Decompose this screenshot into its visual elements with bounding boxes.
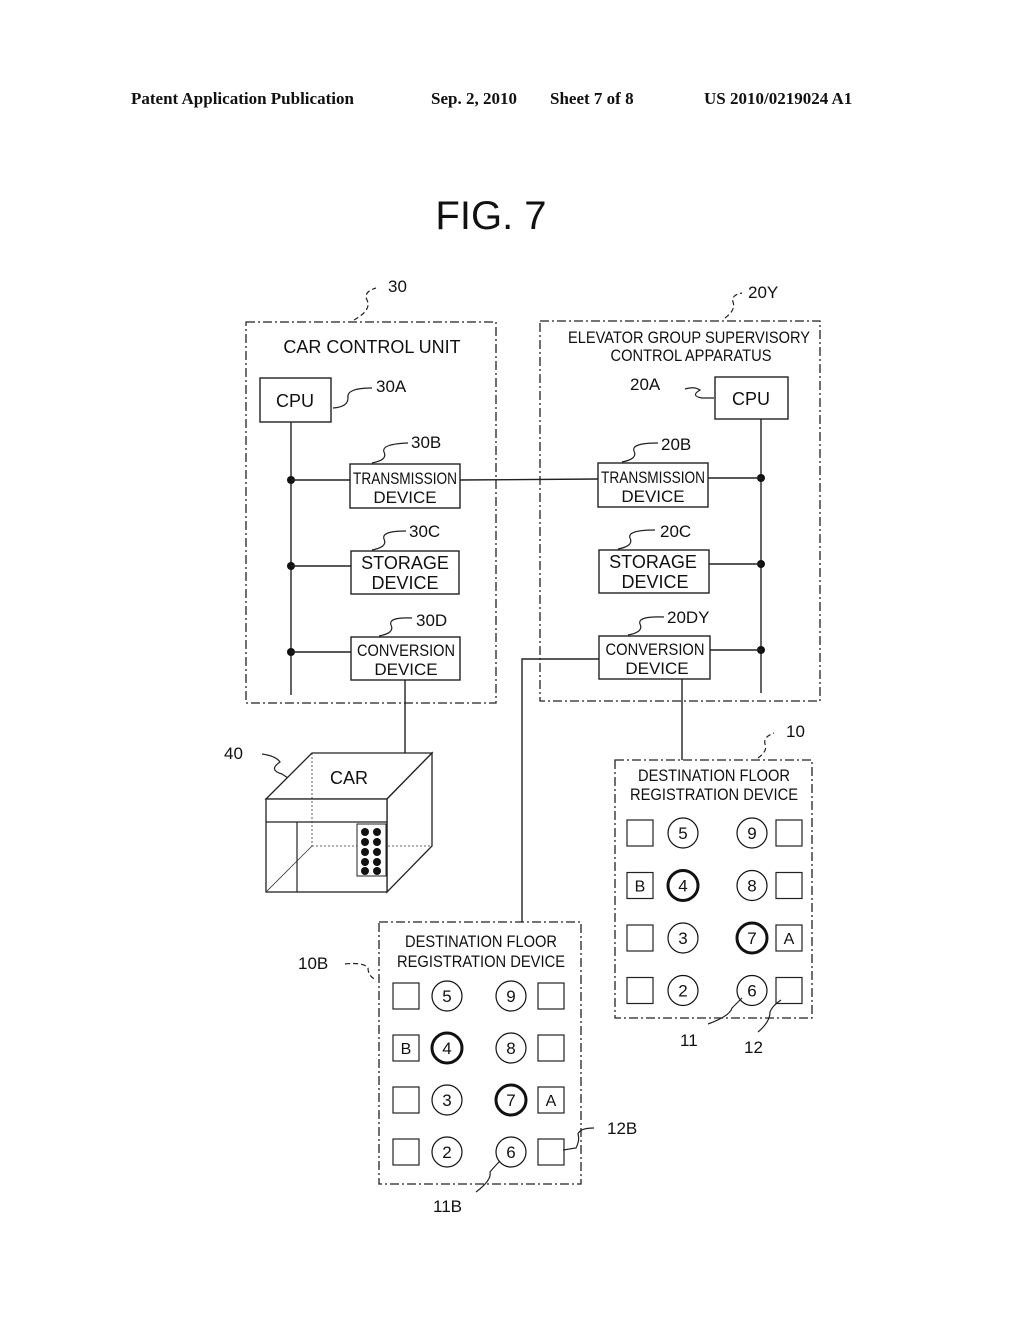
indicator-display-right xyxy=(537,1034,565,1062)
floor-button-label: 2 xyxy=(678,982,687,1001)
device-10-title-line2: REGISTRATION DEVICE xyxy=(630,785,798,804)
ref-leader-10 xyxy=(757,732,775,759)
transmission-20b-line2: DEVICE xyxy=(621,487,684,506)
transmission-30b-line1: TRANSMISSION xyxy=(353,469,457,488)
floor-button-label: 3 xyxy=(442,1091,451,1110)
transmission-30b-line2: DEVICE xyxy=(373,488,436,507)
floor-button-label: 5 xyxy=(442,987,451,1006)
ref-20dy: 20DY xyxy=(667,608,710,627)
device-10-button-grid: 5 9 B 4 8 3 7 A 2 6 xyxy=(626,817,803,1007)
cpu-30a-label: CPU xyxy=(276,391,314,411)
supervisory-title-line1: ELEVATOR GROUP SUPERVISORY xyxy=(568,328,810,347)
floor-button-label: 8 xyxy=(506,1039,515,1058)
elevator-car: 40 CAR xyxy=(224,744,434,894)
floor-button-label: 8 xyxy=(747,877,756,896)
ref-leader-12 xyxy=(757,999,782,1033)
floor-button-label: 7 xyxy=(747,929,756,948)
ref-20y: 20Y xyxy=(748,283,778,302)
figure-diagram: FIG. 7 30 CAR CONTROL UNIT CPU 30A TRANS… xyxy=(224,194,821,1216)
ref-30: 30 xyxy=(388,277,407,296)
ref-11b: 11B xyxy=(433,1197,462,1216)
floor-button-label: 6 xyxy=(747,982,756,1001)
conversion-20dy-line2: DEVICE xyxy=(625,659,688,678)
ref-20c: 20C xyxy=(660,522,691,541)
floor-button-label: 5 xyxy=(678,824,687,843)
floor-button-label: 4 xyxy=(678,877,687,896)
indicator-car-letter: A xyxy=(546,1093,557,1110)
conversion-30d-line2: DEVICE xyxy=(374,660,437,679)
device-10-title-line1: DESTINATION FLOOR xyxy=(638,766,790,785)
figure-title: FIG. 7 xyxy=(435,194,546,238)
ref-leader-20b xyxy=(621,442,659,463)
indicator-car-letter: B xyxy=(401,1041,412,1058)
car-control-unit-title: CAR CONTROL UNIT xyxy=(283,337,460,357)
ref-20a: 20A xyxy=(630,375,661,394)
ref-leader-30c xyxy=(371,530,407,551)
ref-leader-30b xyxy=(371,442,409,464)
ref-30b: 30B xyxy=(411,433,441,452)
floor-button-label: 4 xyxy=(442,1039,451,1058)
indicator-display-right xyxy=(775,976,803,1005)
cpu-20a-label: CPU xyxy=(732,389,770,409)
transmission-link xyxy=(459,478,599,481)
indicator-display-left xyxy=(392,1086,420,1114)
link-20dy-to-10b xyxy=(521,658,599,922)
ref-leader-12b xyxy=(562,1127,595,1151)
indicator-display-left xyxy=(392,982,420,1010)
device-10b-title-line2: REGISTRATION DEVICE xyxy=(397,952,565,971)
ref-leader-30 xyxy=(353,287,377,321)
conversion-20dy-line1: CONVERSION xyxy=(606,640,705,659)
floor-button-label: 6 xyxy=(506,1143,515,1162)
storage-20c-line1: STORAGE xyxy=(609,552,697,572)
ref-leader-11b xyxy=(475,1160,501,1193)
indicator-display-right xyxy=(537,982,565,1010)
conversion-30d-line1: CONVERSION xyxy=(357,641,455,660)
ref-30a: 30A xyxy=(376,377,407,396)
supervisory-control-apparatus: 20Y ELEVATOR GROUP SUPERVISORY CONTROL A… xyxy=(539,283,821,702)
ref-10: 10 xyxy=(786,722,805,741)
floor-button-label: 9 xyxy=(747,824,756,843)
car-control-unit: 30 CAR CONTROL UNIT CPU 30A TRANSMISSION… xyxy=(245,277,497,704)
indicator-display-left xyxy=(626,976,654,1005)
destination-floor-registration-device-10: 10 DESTINATION FLOOR REGISTRATION DEVICE… xyxy=(614,722,813,1057)
destination-floor-registration-device-10b: 10B DESTINATION FLOOR REGISTRATION DEVIC… xyxy=(298,921,637,1216)
indicator-display-left xyxy=(626,924,654,952)
indicator-display-left xyxy=(626,819,654,847)
storage-30c-line1: STORAGE xyxy=(361,553,449,573)
ref-20b: 20B xyxy=(661,435,691,454)
device-10b-title-line1: DESTINATION FLOOR xyxy=(405,932,557,951)
ref-leader-11 xyxy=(707,997,743,1025)
ref-leader-30d xyxy=(378,617,413,637)
storage-20c-line2: DEVICE xyxy=(621,572,688,592)
ref-12b: 12B xyxy=(607,1119,637,1138)
floor-button-label: 9 xyxy=(506,987,515,1006)
car-label: CAR xyxy=(330,768,368,788)
device-10b-button-grid: 5 9 B 4 8 3 7 A 2 6 xyxy=(392,980,565,1168)
indicator-display-right xyxy=(775,819,803,847)
ref-12: 12 xyxy=(744,1038,763,1057)
ref-leader-30a xyxy=(332,387,373,409)
transmission-20b-line1: TRANSMISSION xyxy=(601,468,705,487)
floor-button-label: 7 xyxy=(506,1091,515,1110)
indicator-display-right xyxy=(537,1138,565,1166)
ref-30c: 30C xyxy=(409,522,440,541)
ref-leader-20c xyxy=(617,529,656,550)
indicator-display-right xyxy=(775,871,803,900)
floor-button-label: 3 xyxy=(678,929,687,948)
ref-leader-40 xyxy=(261,753,289,779)
storage-30c-line2: DEVICE xyxy=(371,573,438,593)
ref-40: 40 xyxy=(224,744,243,763)
indicator-display-left xyxy=(392,1138,420,1166)
ref-30d: 30D xyxy=(416,611,447,630)
ref-11: 11 xyxy=(680,1031,698,1050)
ref-10b: 10B xyxy=(298,954,328,973)
indicator-car-letter: B xyxy=(635,879,646,896)
supervisory-title-line2: CONTROL APPARATUS xyxy=(611,346,772,365)
indicator-car-letter: A xyxy=(784,931,795,948)
floor-button-label: 2 xyxy=(442,1143,451,1162)
ref-leader-20a xyxy=(684,387,714,399)
ref-leader-20y xyxy=(724,292,743,319)
ref-leader-20dy xyxy=(627,616,665,636)
ref-leader-10b xyxy=(344,962,377,981)
